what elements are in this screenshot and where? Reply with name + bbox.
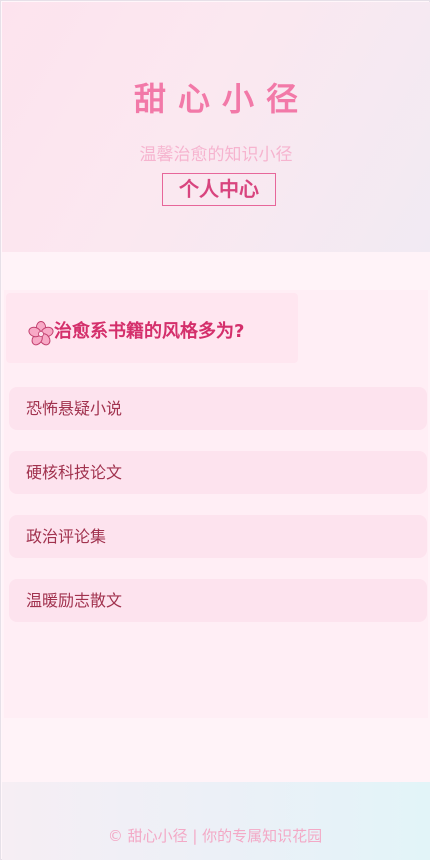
question-text: 治愈系书籍的风格多为?: [54, 321, 245, 342]
footer: [2, 782, 430, 860]
site-title: 甜心小径: [133, 80, 310, 118]
answer-option[interactable]: 温暖励志散文: [9, 579, 427, 622]
answer-option[interactable]: 政治评论集: [9, 515, 427, 558]
profile-link[interactable]: 个人中心: [162, 173, 276, 206]
answer-option[interactable]: 恐怖悬疑小说: [9, 387, 427, 430]
site-subtitle: 温馨治愈的知识小径: [139, 145, 293, 165]
answer-option[interactable]: 硬核科技论文: [9, 451, 427, 494]
app-frame: 甜心小径 温馨治愈的知识小径 个人中心 治愈系书籍的风格多为? 恐怖悬疑小说 硬…: [0, 0, 430, 860]
header: 甜心小径 温馨治愈的知识小径 个人中心: [2, 2, 430, 252]
footer-text: © 甜心小径 | 你的专属知识花园: [107, 827, 323, 845]
quiz-question: 治愈系书籍的风格多为?: [28, 317, 245, 346]
cherry-blossom-icon: [28, 321, 54, 346]
